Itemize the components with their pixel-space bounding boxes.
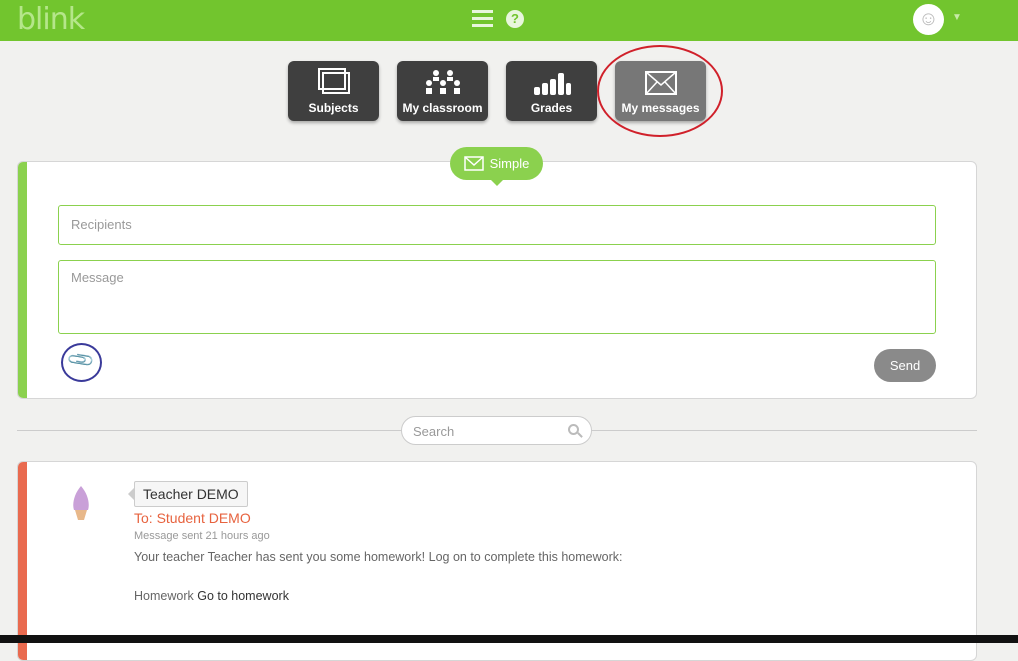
message-input[interactable]: Message [58,260,936,334]
tab-my-classroom[interactable]: My classroom [397,61,488,121]
message-body: Your teacher Teacher has sent you some h… [134,550,623,564]
go-to-homework-link[interactable]: Go to homework [197,589,289,603]
compose-card: Recipients Message 📎 Send [17,161,977,399]
tab-label: Grades [530,101,573,115]
send-button[interactable]: Send [874,349,936,382]
recipients-input[interactable]: Recipients [58,205,936,245]
grades-icon [506,61,597,97]
card-stripe [18,162,27,398]
help-icon[interactable]: ? [506,10,524,28]
card-stripe [18,462,27,660]
subjects-icon [288,61,379,97]
chevron-down-icon[interactable]: ▼ [952,12,962,23]
recipient: To: Student DEMO [134,510,251,526]
tab-subjects[interactable]: Subjects [288,61,379,121]
tab-my-messages[interactable]: My messages [615,61,706,121]
mode-badge[interactable]: Simple [450,147,543,186]
message-item: Teacher DEMO To: Student DEMO Message se… [17,461,977,661]
tab-label: My classroom [402,101,483,115]
search-icon[interactable] [568,424,579,435]
search-input[interactable]: Search [401,416,592,445]
homework-label: Homework [134,589,194,603]
tab-grades[interactable]: Grades [506,61,597,121]
homework-line: Homework Go to homework [134,589,289,603]
tab-label: Subjects [308,101,359,115]
avatar[interactable]: ☺ [913,4,944,35]
main-nav: Subjects My classroom Grades My messages [288,61,706,121]
mode-label: Simple [489,156,530,171]
hamburger-icon[interactable] [472,10,493,28]
classroom-icon [397,61,488,97]
bottom-bar [0,635,1018,643]
envelope-icon [615,61,706,97]
sender-avatar [73,486,89,520]
sender-name: Teacher DEMO [128,481,248,507]
logo[interactable]: blink [17,2,85,37]
tab-label: My messages [621,101,700,115]
paperclip-icon[interactable]: 📎 [66,345,97,375]
search-placeholder: Search [413,424,455,439]
envelope-icon [463,156,484,171]
top-bar: blink ? ☺ ▼ [0,0,1018,41]
timestamp: Message sent 21 hours ago [134,530,270,542]
